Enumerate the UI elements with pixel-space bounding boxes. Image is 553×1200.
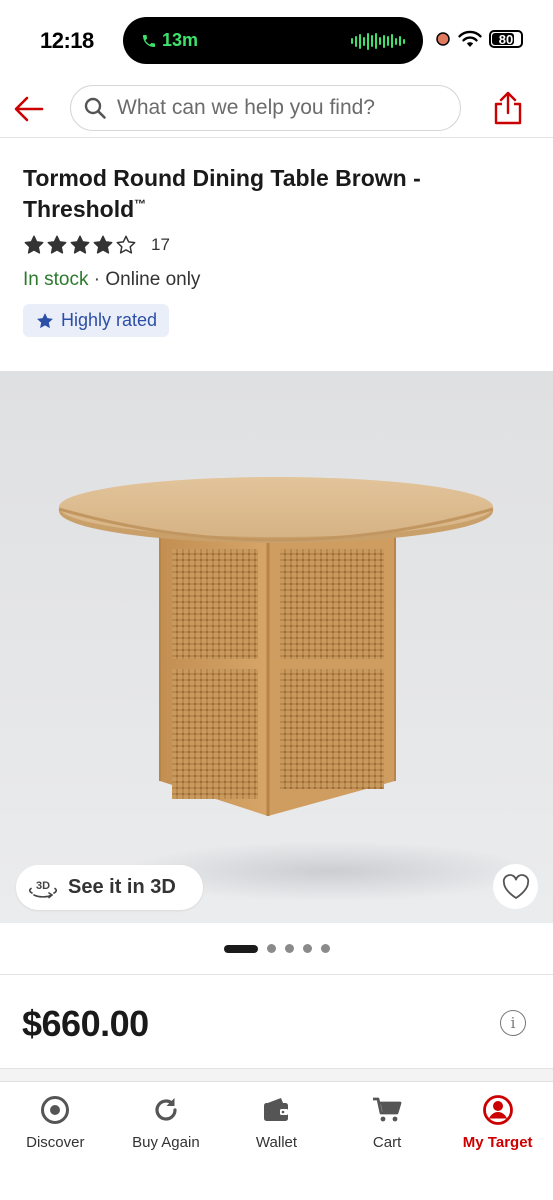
call-timer: 13m (162, 30, 199, 50)
star-filled-icon (24, 235, 44, 254)
dynamic-island[interactable]: 13m (123, 17, 423, 64)
tab-label: Wallet (255, 1134, 298, 1151)
svg-text:3D: 3D (36, 880, 50, 892)
tab-cart[interactable]: Cart (332, 1082, 443, 1200)
call-indicator[interactable]: 13m (133, 26, 208, 55)
carousel-indicator[interactable] (0, 944, 553, 953)
status-time: 12:18 (40, 28, 94, 53)
target-discover-icon (41, 1096, 70, 1124)
back-arrow-icon[interactable] (12, 92, 46, 126)
status-icons: 80 (435, 30, 523, 48)
tab-label: Cart (372, 1134, 402, 1151)
tab-label: Buy Again (132, 1134, 200, 1151)
search-header (0, 80, 553, 138)
wifi-icon (458, 30, 482, 47)
star-filled-icon (47, 235, 67, 254)
battery-level: 80 (498, 31, 514, 47)
star-rating (23, 234, 137, 256)
tab-label: My Target (462, 1134, 533, 1151)
phone-icon (143, 34, 155, 47)
star-filled-icon (70, 235, 90, 254)
tab-wallet[interactable]: Wallet (221, 1082, 332, 1200)
location-icon (436, 32, 450, 46)
search-box[interactable] (70, 85, 461, 131)
trademark-symbol: ™ (134, 197, 147, 211)
wallet-icon (264, 1098, 289, 1121)
star-empty-icon (116, 235, 136, 254)
product-title: Tormod Round Dining Table Brown - Thresh… (23, 163, 493, 225)
tab-label: Discover (26, 1134, 85, 1151)
status-bar: 12:18 13m 80 (0, 0, 553, 80)
product-image-carousel[interactable]: 3D See it in 3D (0, 371, 553, 923)
battery-icon: 80 (489, 30, 523, 48)
3d-view-icon: 3D (28, 880, 58, 898)
badge-label: Highly rated (61, 310, 158, 330)
carousel-dot[interactable] (320, 944, 330, 953)
see-in-3d-label: See it in 3D (68, 876, 176, 898)
tab-buy-again[interactable]: Buy Again (111, 1082, 222, 1200)
carousel-dot[interactable] (302, 944, 312, 953)
star-badge-icon (37, 312, 53, 328)
carousel-dot-active[interactable] (223, 944, 258, 953)
search-icon (84, 97, 106, 119)
review-count: 17 (151, 235, 170, 254)
availability-separator: · (88, 269, 106, 290)
favorite-button[interactable] (493, 864, 538, 909)
availability-line: In stock · Online only (23, 269, 200, 291)
tab-my-target[interactable]: My Target (442, 1082, 553, 1200)
see-in-3d-button[interactable]: 3D See it in 3D (16, 865, 203, 910)
product-price: $660.00 (22, 1003, 149, 1044)
carousel-dot[interactable] (266, 944, 276, 953)
highly-rated-badge: Highly rated (23, 304, 170, 337)
cart-icon (373, 1097, 402, 1122)
audio-waveform-icon (351, 32, 405, 50)
rating-summary[interactable]: 17 (23, 234, 170, 256)
product-title-text: Tormod Round Dining Table Brown - Thresh… (23, 165, 421, 222)
divider (0, 974, 553, 975)
refresh-icon (155, 1098, 177, 1121)
heart-icon (502, 873, 529, 899)
bottom-tab-bar: Discover Buy Again Wallet Cart My Target (0, 1081, 553, 1200)
tab-discover[interactable]: Discover (0, 1082, 111, 1200)
availability-note: Online only (105, 269, 201, 290)
carousel-dot[interactable] (284, 944, 294, 953)
price-info-icon[interactable]: i (500, 1010, 526, 1036)
product-image (58, 477, 494, 816)
share-icon[interactable] (492, 90, 524, 126)
search-input[interactable] (117, 96, 437, 120)
section-spacer (0, 1069, 553, 1081)
stock-status: In stock (23, 269, 89, 290)
account-icon (482, 1095, 513, 1125)
star-filled-icon (93, 235, 113, 254)
